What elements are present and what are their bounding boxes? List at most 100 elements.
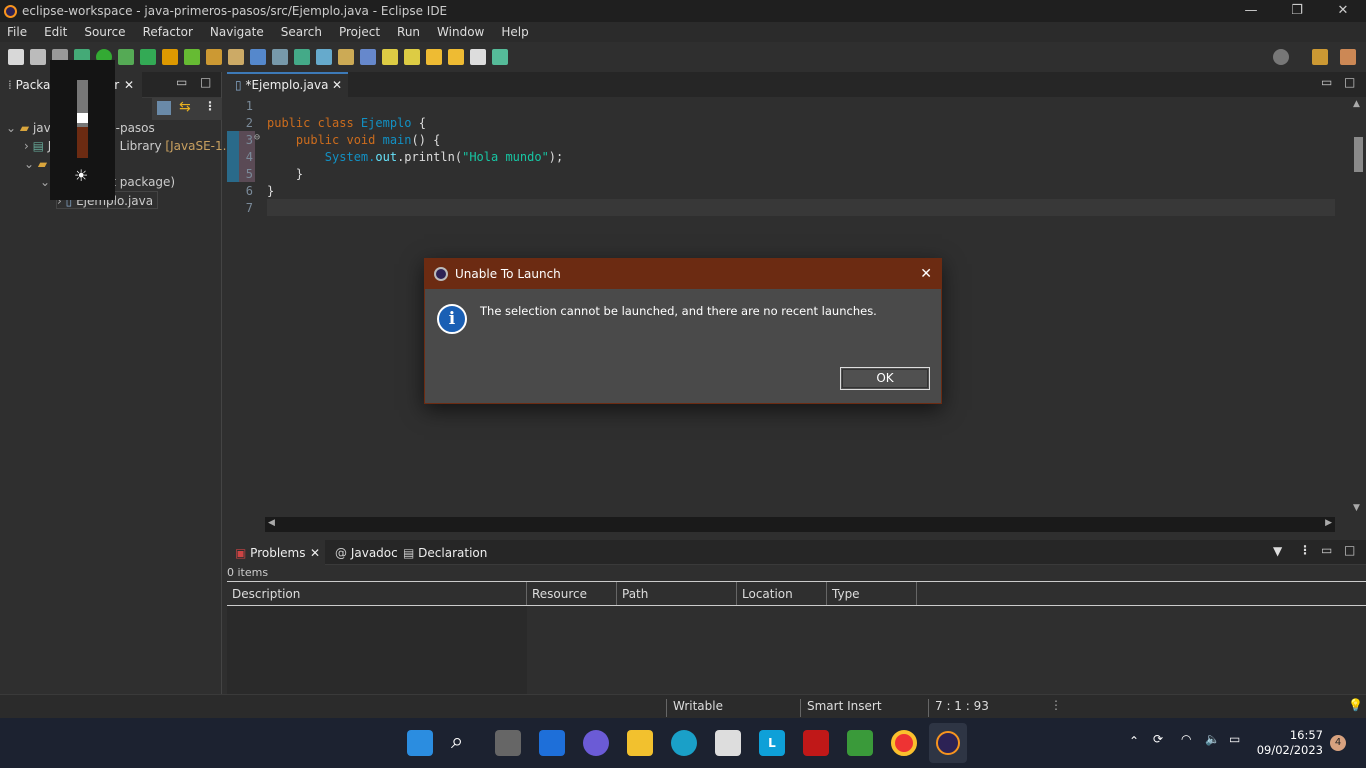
notification-badge[interactable]: 4 (1330, 735, 1346, 751)
store-icon[interactable] (715, 730, 741, 756)
perspective-icon[interactable] (1312, 49, 1328, 65)
eclipse-taskbar-button[interactable] (929, 723, 967, 763)
maximize-icon[interactable]: □ (1344, 75, 1355, 89)
column-description[interactable]: Description (227, 582, 527, 605)
chrome-icon[interactable] (891, 730, 917, 756)
menu-search[interactable]: Search (281, 22, 333, 42)
column-location[interactable]: Location (737, 582, 827, 605)
battery-icon[interactable]: ▭ (1229, 732, 1240, 746)
search-icon[interactable] (1273, 49, 1289, 65)
sync-icon[interactable]: ⟳ (1153, 732, 1163, 746)
tab-ejemplo-java[interactable]: ▯ *Ejemplo.java ✕ (227, 72, 348, 98)
block-select-icon[interactable] (338, 49, 354, 65)
view-menu-icon[interactable]: ⋮ (204, 99, 216, 113)
start-icon[interactable] (407, 730, 433, 756)
menu-navigate[interactable]: Navigate (210, 22, 275, 42)
minimize-button[interactable]: — (1228, 0, 1274, 22)
lightbulb-icon[interactable]: 💡 (1348, 698, 1363, 712)
current-line-highlight (267, 199, 1335, 216)
link-editor-icon[interactable]: ⇆ (179, 99, 191, 115)
menu-run[interactable]: Run (397, 22, 431, 42)
tab-problems[interactable]: ▣ Problems ✕ (227, 540, 325, 566)
search-tool-icon[interactable] (228, 49, 244, 65)
toggle-icon[interactable] (272, 49, 288, 65)
filter-icon[interactable]: ▼ (1273, 544, 1282, 558)
pin-icon[interactable] (492, 49, 508, 65)
new-class-icon[interactable] (184, 49, 200, 65)
line-number: 7 (245, 201, 253, 215)
tab-declaration[interactable]: ▤ Declaration (395, 540, 495, 566)
wifi-icon[interactable]: ◠ (1181, 732, 1191, 746)
menu-source[interactable]: Source (84, 22, 136, 42)
mcafee-icon[interactable] (803, 730, 829, 756)
forward-icon[interactable] (448, 49, 464, 65)
java-perspective-icon[interactable] (1340, 49, 1356, 65)
menu-refactor[interactable]: Refactor (143, 22, 204, 42)
brightness-slider-thumb[interactable] (77, 113, 88, 123)
menu-file[interactable]: File (7, 22, 38, 42)
arrow-right-icon[interactable] (470, 49, 486, 65)
ok-button[interactable]: OK (840, 367, 930, 390)
mark-occurrences-icon[interactable] (316, 49, 332, 65)
maximize-icon[interactable]: □ (200, 75, 211, 89)
next-annotation-icon[interactable] (382, 49, 398, 65)
new-icon[interactable] (8, 49, 24, 65)
tab-javadoc[interactable]: @ Javadoc (327, 540, 406, 566)
code-token: ); (548, 150, 564, 164)
close-button[interactable]: ✕ (1320, 0, 1366, 22)
excel-icon[interactable] (847, 730, 873, 756)
title-bar: eclipse-workspace - java-primeros-pasos/… (0, 0, 1366, 22)
close-tab-icon[interactable]: ✕ (310, 540, 320, 566)
collapse-all-icon[interactable] (157, 101, 171, 115)
task-view-icon[interactable] (495, 730, 521, 756)
minimize-icon[interactable]: ▭ (1321, 543, 1332, 557)
status-bar: Writable Smart Insert 7 : 1 : 93 ⋮ 💡 (0, 694, 1366, 718)
eclipse-icon (936, 731, 960, 755)
brightness-slider[interactable] (77, 80, 88, 158)
external-tools-icon[interactable] (140, 49, 156, 65)
widgets-icon[interactable] (539, 730, 565, 756)
code-token: "Hola mundo" (462, 150, 549, 164)
back-icon[interactable] (426, 49, 442, 65)
view-menu-icon[interactable]: ⋮ (1299, 543, 1311, 557)
declaration-icon: ▤ (403, 546, 415, 560)
breadcrumb-icon[interactable] (294, 49, 310, 65)
menu-help[interactable]: Help (501, 22, 539, 42)
coverage-icon[interactable] (118, 49, 134, 65)
clock[interactable]: 16:57 09/02/2023 (1255, 728, 1323, 758)
column-resource[interactable]: Resource (527, 582, 617, 605)
open-type-icon[interactable] (206, 49, 222, 65)
show-hidden-icons[interactable]: ⌃ (1129, 734, 1139, 748)
problems-panel: ▣ Problems ✕ @ Javadoc ▤ Declaration ▼ ⋮ … (227, 540, 1366, 694)
restore-button[interactable]: ❐ (1274, 0, 1320, 22)
volume-icon[interactable]: 🔈 (1205, 732, 1220, 746)
horizontal-scrollbar[interactable]: ◀ ▶ (265, 517, 1335, 532)
teams-chat-icon[interactable] (583, 730, 609, 756)
menu-window[interactable]: Window (437, 22, 495, 42)
scrollbar-thumb[interactable] (1354, 137, 1363, 172)
status-menu-icon[interactable]: ⋮ (1050, 698, 1062, 712)
status-insert-mode[interactable]: Smart Insert (807, 699, 882, 713)
line-number: 5 (245, 167, 253, 181)
close-tab-icon[interactable]: ✕ (332, 74, 342, 96)
minimize-icon[interactable]: ▭ (1321, 75, 1332, 89)
maximize-icon[interactable]: □ (1344, 543, 1355, 557)
search-icon[interactable]: ⌕ (451, 730, 477, 756)
prev-annotation-icon[interactable] (404, 49, 420, 65)
table-body (227, 606, 527, 694)
save-icon[interactable] (30, 49, 46, 65)
menu-edit[interactable]: Edit (44, 22, 78, 42)
l-app-icon[interactable]: L (759, 730, 785, 756)
minimize-icon[interactable]: ▭ (176, 75, 187, 89)
edge-icon[interactable] (671, 730, 697, 756)
menu-project[interactable]: Project (339, 22, 391, 42)
column-type[interactable]: Type (827, 582, 917, 605)
new-package-icon[interactable] (162, 49, 178, 65)
task-icon[interactable] (250, 49, 266, 65)
dialog-close-icon[interactable]: ✕ (920, 259, 932, 289)
close-tab-icon[interactable]: ✕ (124, 72, 134, 98)
show-whitespace-icon[interactable] (360, 49, 376, 65)
column-path[interactable]: Path (617, 582, 737, 605)
unable-to-launch-dialog: Unable To Launch ✕ i The selection canno… (424, 258, 942, 404)
file-explorer-icon[interactable] (627, 730, 653, 756)
